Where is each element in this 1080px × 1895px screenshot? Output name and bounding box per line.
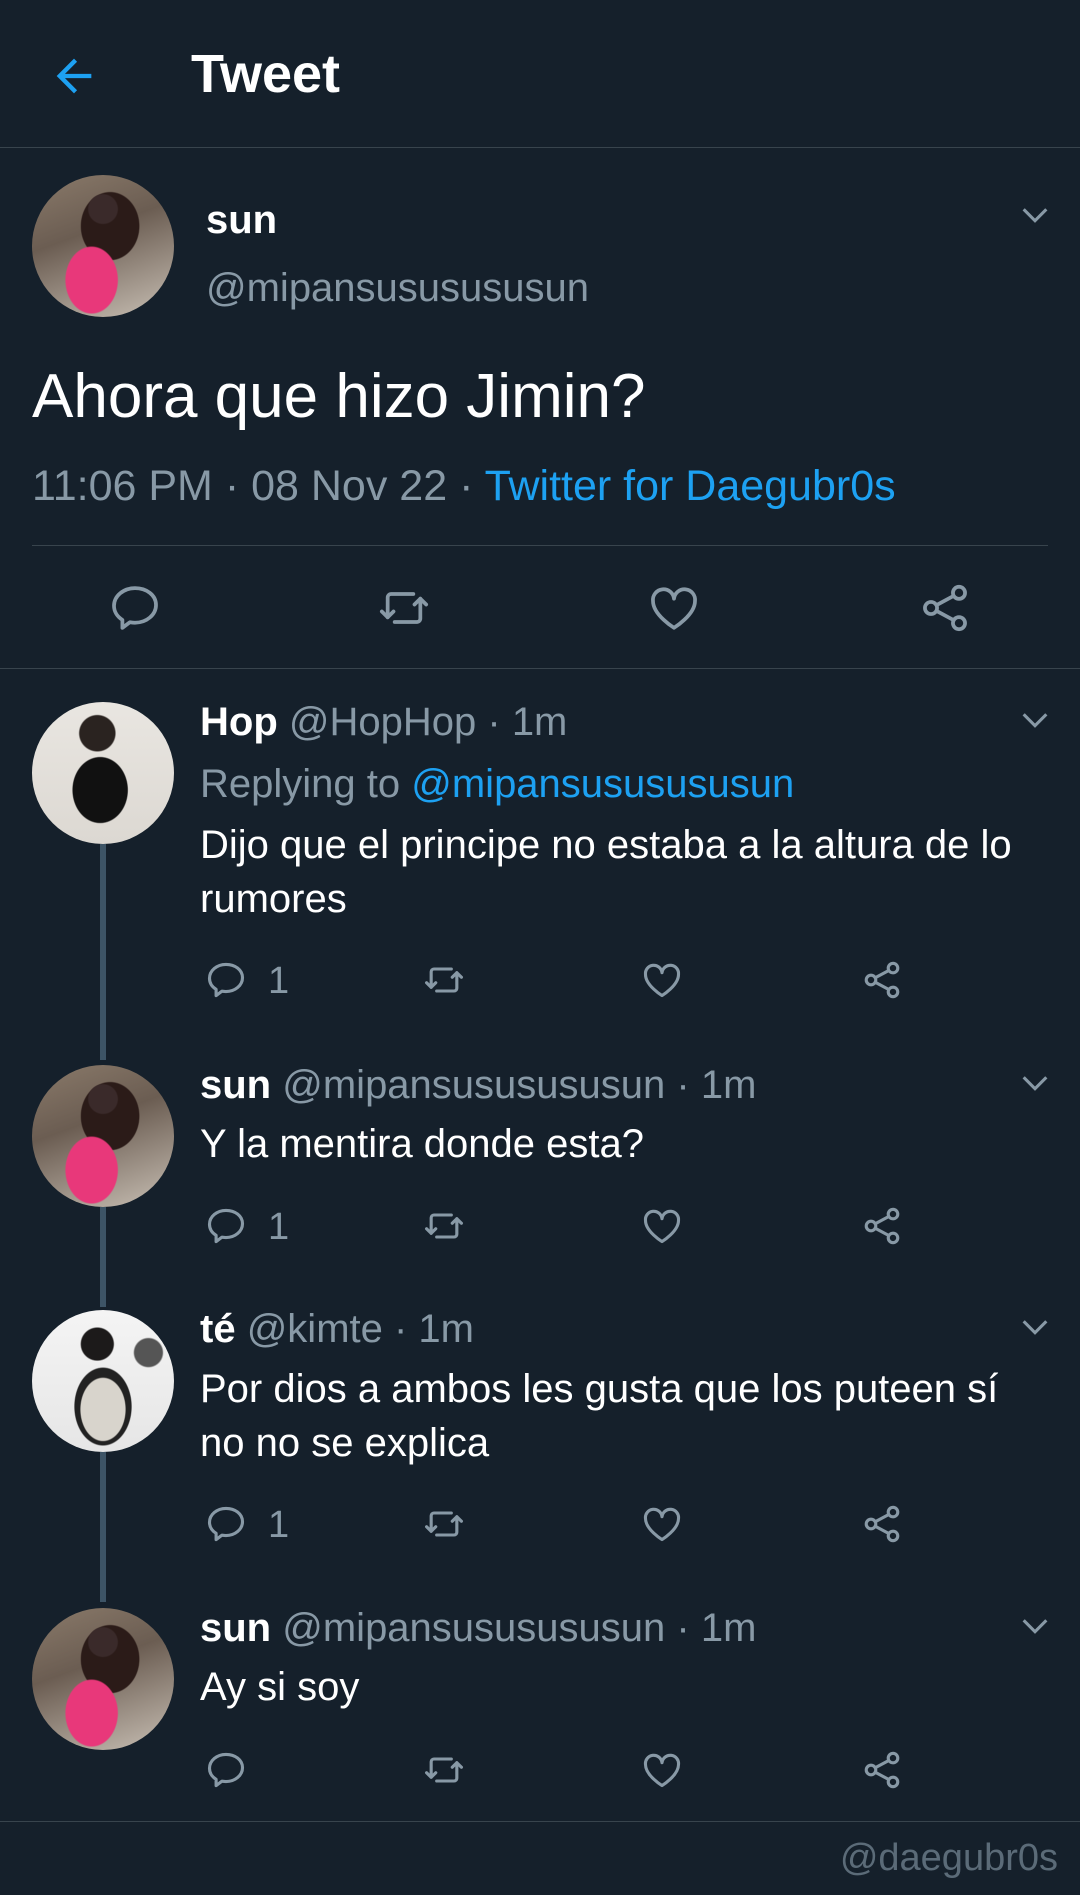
- tweet-text: Ahora que hizo Jimin?: [32, 362, 646, 431]
- reply-time: 1m: [700, 1063, 757, 1107]
- reply-icon[interactable]: [204, 1502, 248, 1546]
- reply-icon[interactable]: [204, 1748, 248, 1792]
- author-handle[interactable]: @HopHop: [289, 700, 476, 744]
- thread-line: [100, 1207, 106, 1307]
- reply-text: Dijo que el principe no estaba a la altu…: [200, 823, 1012, 921]
- author-name[interactable]: sun: [200, 1606, 271, 1650]
- author-handle[interactable]: @mipansususususun: [282, 1606, 665, 1650]
- retweet-icon[interactable]: [422, 1204, 466, 1248]
- meta-separator: ·: [447, 462, 485, 510]
- chevron-down-icon[interactable]: [1018, 1609, 1052, 1643]
- retweet-icon[interactable]: [422, 958, 466, 1002]
- author-handle[interactable]: @mipansususususun: [282, 1063, 665, 1107]
- share-icon[interactable]: [917, 580, 973, 636]
- meta-separator: ·: [382, 1307, 419, 1351]
- divider: [0, 1821, 1080, 1822]
- share-icon[interactable]: [860, 958, 904, 1002]
- divider: [0, 668, 1080, 669]
- author-name[interactable]: sun: [200, 1063, 271, 1107]
- meta-separator: ·: [212, 462, 252, 510]
- page-title: Tweet: [191, 44, 341, 104]
- reply-icon[interactable]: [204, 958, 248, 1002]
- thread-line: [100, 844, 106, 1060]
- share-icon[interactable]: [860, 1204, 904, 1248]
- retweet-icon[interactable]: [422, 1502, 466, 1546]
- retweet-icon[interactable]: [376, 580, 432, 636]
- reply-header: sun @mipansususususun · 1m: [200, 1604, 756, 1652]
- author-name[interactable]: té: [200, 1307, 236, 1351]
- reply-time: 1m: [700, 1606, 757, 1650]
- avatar[interactable]: [32, 702, 174, 844]
- reply-header: sun @mipansususususun · 1m: [200, 1061, 756, 1109]
- author-handle[interactable]: @mipansususususun: [206, 264, 589, 312]
- meta-separator: ·: [665, 1606, 701, 1650]
- avatar[interactable]: [32, 1608, 174, 1750]
- reply-icon[interactable]: [107, 580, 163, 636]
- share-icon[interactable]: [860, 1748, 904, 1792]
- tweet-date: 08 Nov 22: [251, 462, 448, 510]
- author-handle[interactable]: @kimte: [247, 1307, 383, 1351]
- author-name[interactable]: sun: [206, 196, 277, 244]
- replying-to-handle-link[interactable]: @mipansususususun: [411, 762, 794, 806]
- tweet-meta: 11:06 PM · 08 Nov 22 · Twitter for Daegu…: [32, 460, 896, 512]
- retweet-icon[interactable]: [422, 1748, 466, 1792]
- chevron-down-icon[interactable]: [1018, 1066, 1052, 1100]
- like-icon[interactable]: [640, 1204, 684, 1248]
- reply-text: Ay si soy: [200, 1665, 360, 1709]
- tweet-actions: [0, 570, 1080, 645]
- author-name[interactable]: Hop: [200, 700, 278, 744]
- divider: [32, 545, 1048, 546]
- reply-count: 1: [268, 1206, 290, 1248]
- chevron-down-icon[interactable]: [1018, 1310, 1052, 1344]
- chevron-down-icon[interactable]: [1018, 703, 1052, 737]
- reply-count: 1: [268, 1504, 290, 1546]
- like-icon[interactable]: [640, 958, 684, 1002]
- watermark: @daegubr0s: [839, 1837, 1058, 1879]
- reply-count: 1: [268, 960, 290, 1002]
- tweet-source-link[interactable]: Twitter for Daegubr0s: [485, 462, 896, 510]
- replying-to-label: Replying to: [200, 762, 401, 806]
- like-icon[interactable]: [640, 1502, 684, 1546]
- reply-time: 1m: [418, 1307, 474, 1351]
- replying-to: Replying to @mipansususususun: [200, 760, 794, 808]
- avatar[interactable]: [32, 175, 174, 317]
- like-icon[interactable]: [646, 580, 702, 636]
- chevron-down-icon[interactable]: [1018, 198, 1052, 232]
- avatar[interactable]: [32, 1310, 174, 1452]
- avatar[interactable]: [32, 1065, 174, 1207]
- reply-text: Y la mentira donde esta?: [200, 1122, 645, 1166]
- meta-separator: ·: [665, 1063, 701, 1107]
- meta-separator: ·: [476, 700, 512, 744]
- reply-icon[interactable]: [204, 1204, 248, 1248]
- share-icon[interactable]: [860, 1502, 904, 1546]
- tweet-time: 11:06 PM: [32, 462, 213, 510]
- top-bar: Tweet: [0, 0, 1080, 148]
- reply-header: té @kimte · 1m: [200, 1305, 474, 1353]
- reply-text: Por dios a ambos les gusta que los putee…: [200, 1367, 999, 1465]
- reply-header: Hop @HopHop · 1m: [200, 698, 567, 746]
- reply-time: 1m: [511, 700, 568, 744]
- thread-line: [100, 1452, 106, 1602]
- like-icon[interactable]: [640, 1748, 684, 1792]
- arrow-left-icon[interactable]: [48, 50, 100, 102]
